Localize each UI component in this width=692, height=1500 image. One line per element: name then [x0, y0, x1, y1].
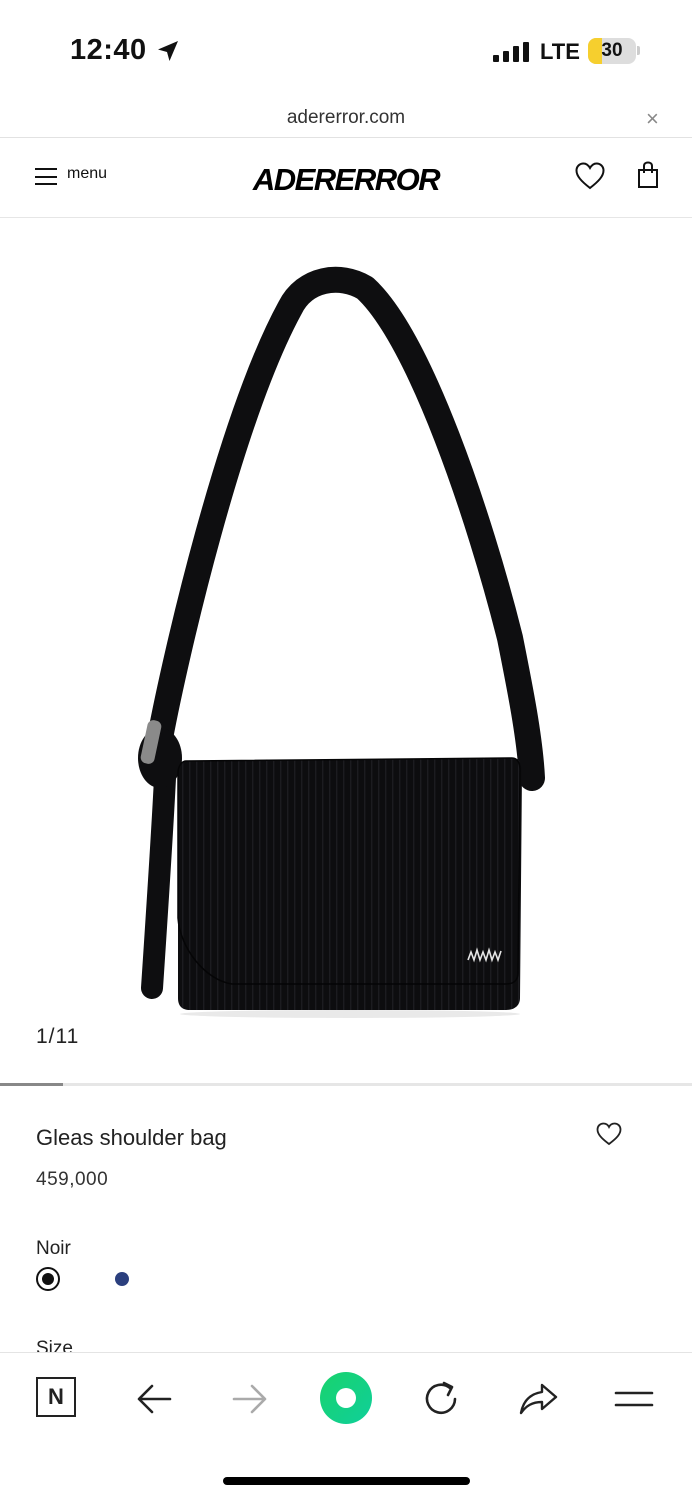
home-green-icon[interactable] [320, 1372, 372, 1424]
battery-icon: 30 [588, 38, 636, 64]
signal-icon [493, 42, 529, 62]
product-image[interactable] [0, 218, 692, 1084]
battery-level-text: 30 [601, 40, 623, 61]
status-time: 12:40 [70, 34, 147, 66]
reload-icon[interactable] [419, 1377, 463, 1421]
site-header: menu ADERERROR [0, 138, 692, 218]
product-name: Gleas shoulder bag [36, 1125, 227, 1150]
back-arrow-icon[interactable] [132, 1377, 176, 1421]
product-price: 459,000 [36, 1169, 109, 1190]
menu-lines-icon[interactable] [612, 1377, 656, 1421]
color-swatch-noir[interactable] [36, 1267, 60, 1291]
heart-icon[interactable] [575, 162, 605, 190]
naver-n-icon[interactable]: N [36, 1377, 76, 1417]
heart-icon[interactable] [596, 1122, 622, 1146]
location-arrow-icon [158, 41, 178, 61]
gallery-counter: 1/11 [36, 1025, 80, 1048]
home-indicator [223, 1477, 470, 1485]
gallery-progress-fill [0, 1083, 63, 1086]
battery-cap [637, 46, 640, 55]
gallery-progress-track [0, 1083, 692, 1086]
close-icon[interactable]: × [646, 108, 659, 130]
forward-arrow-icon[interactable] [228, 1377, 272, 1421]
size-label: Size [36, 1338, 73, 1352]
shoulder-bag-image [138, 266, 545, 1018]
share-icon[interactable] [516, 1377, 560, 1421]
color-swatch-navy[interactable] [115, 1272, 129, 1286]
color-label: Noir [36, 1238, 71, 1259]
status-bar: 12:40 LTE 30 [0, 0, 692, 100]
url-text[interactable]: adererror.com [0, 107, 692, 129]
url-bar[interactable]: adererror.com × [0, 100, 692, 138]
shopping-bag-icon[interactable] [637, 161, 659, 189]
network-type: LTE [540, 39, 580, 64]
